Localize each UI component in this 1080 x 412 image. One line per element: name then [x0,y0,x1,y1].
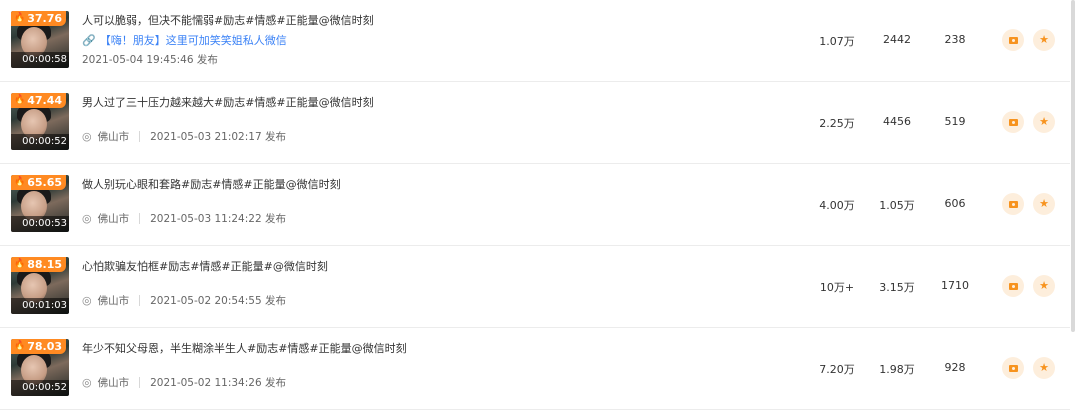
play-count: 7.20万 [819,363,855,376]
video-row[interactable]: 🔥 37.76 00:00:58 人可以脆弱，但决不能懦弱#励志#情感#正能量@… [0,0,1070,82]
video-row[interactable]: 🔥 78.03 00:00:52 年少不知父母恩，半生糊涂半生人#励志#情感#正… [0,328,1070,410]
like-count: 1.05万 [879,199,915,212]
video-thumbnail[interactable]: 🔥 47.44 00:00:52 [11,93,69,150]
divider [139,213,141,224]
video-camera-icon[interactable] [1002,275,1024,297]
location: 佛山市 [97,213,130,225]
star-icon[interactable]: ★ [1033,357,1055,379]
publish-date: 2021-05-03 21:02:17 发布 [150,131,286,143]
heat-badge: 🔥 88.15 [11,257,67,272]
video-camera-icon[interactable] [1002,111,1024,133]
play-count: 4.00万 [819,199,855,212]
video-camera-icon[interactable] [1002,193,1024,215]
video-title[interactable]: 做人别玩心眼和套路#励志#情感#正能量@微信时刻 [82,176,341,192]
location: 佛山市 [97,377,130,389]
like-count: 4456 [883,115,911,128]
comment-count: 238 [944,33,966,46]
heat-badge: 🔥 47.44 [11,93,67,108]
divider [139,377,141,388]
publish-date: 2021-05-03 11:24:22 发布 [150,213,286,225]
play-count: 1.07万 [819,35,855,48]
star-icon[interactable]: ★ [1033,111,1055,133]
video-duration: 00:00:52 [11,134,69,150]
video-list: 🔥 37.76 00:00:58 人可以脆弱，但决不能懦弱#励志#情感#正能量@… [0,0,1070,410]
play-count: 10万+ [819,281,855,294]
heat-value: 88.15 [27,258,63,271]
heat-badge: 🔥 78.03 [11,339,67,354]
comment-count: 519 [944,115,966,128]
like-count: 3.15万 [879,281,915,294]
heat-value: 47.44 [27,94,63,107]
wechat-link-text[interactable]: 【嗨！朋友】这里可加笑笑姐私人微信 [100,32,287,48]
vertical-scrollbar[interactable] [1071,0,1075,332]
video-thumbnail[interactable]: 🔥 78.03 00:00:52 [11,339,69,396]
flame-icon: 🔥 [14,95,26,105]
comment-count: 606 [944,197,966,210]
flame-icon: 🔥 [14,13,26,23]
like-count: 2442 [883,33,911,46]
comment-count: 928 [944,361,966,374]
star-icon[interactable]: ★ [1033,275,1055,297]
wechat-link[interactable]: 🔗 【嗨！朋友】这里可加笑笑姐私人微信 [82,32,287,48]
video-meta: ◎ 佛山市 2021-05-02 11:34:26 发布 [82,375,286,390]
location-pin-icon: ◎ [82,294,92,307]
video-title[interactable]: 年少不知父母恩，半生糊涂半生人#励志#情感#正能量@微信时刻 [82,340,407,356]
location-pin-icon: ◎ [82,212,92,225]
star-icon[interactable]: ★ [1033,29,1055,51]
video-title[interactable]: 心怕欺骗友怕框#励志#情感#正能量#@微信时刻 [82,258,328,274]
video-title[interactable]: 人可以脆弱，但决不能懦弱#励志#情感#正能量@微信时刻 [82,12,374,28]
video-title[interactable]: 男人过了三十压力越来越大#励志#情感#正能量@微信时刻 [82,94,374,110]
flame-icon: 🔥 [14,177,26,187]
video-thumbnail[interactable]: 🔥 88.15 00:01:03 [11,257,69,314]
video-camera-icon[interactable] [1002,29,1024,51]
location-pin-icon: ◎ [82,376,92,389]
publish-date: 2021-05-02 20:54:55 发布 [150,295,286,307]
video-row[interactable]: 🔥 88.15 00:01:03 心怕欺骗友怕框#励志#情感#正能量#@微信时刻… [0,246,1070,328]
divider [139,131,141,142]
heat-value: 37.76 [27,12,63,25]
publish-date: 2021-05-02 11:34:26 发布 [150,377,286,389]
video-duration: 00:00:52 [11,380,69,396]
video-row[interactable]: 🔥 47.44 00:00:52 男人过了三十压力越来越大#励志#情感#正能量@… [0,82,1070,164]
video-duration: 00:01:03 [11,298,69,314]
location: 佛山市 [97,131,130,143]
location: 佛山市 [97,295,130,307]
video-row[interactable]: 🔥 65.65 00:00:53 做人别玩心眼和套路#励志#情感#正能量@微信时… [0,164,1070,246]
publish-date: 2021-05-04 19:45:46 发布 [82,54,218,66]
location-pin-icon: ◎ [82,130,92,143]
video-meta: ◎ 佛山市 2021-05-03 11:24:22 发布 [82,211,286,226]
flame-icon: 🔥 [14,341,26,351]
link-icon: 🔗 [82,33,96,47]
video-duration: 00:00:58 [11,52,69,68]
divider [139,295,141,306]
video-meta: 2021-05-04 19:45:46 发布 [82,52,218,67]
video-duration: 00:00:53 [11,216,69,232]
play-count: 2.25万 [819,117,855,130]
like-count: 1.98万 [879,363,915,376]
star-icon[interactable]: ★ [1033,193,1055,215]
heat-badge: 🔥 65.65 [11,175,67,190]
flame-icon: 🔥 [14,259,26,269]
comment-count: 1710 [941,279,969,292]
video-meta: ◎ 佛山市 2021-05-02 20:54:55 发布 [82,293,286,308]
heat-badge: 🔥 37.76 [11,11,67,26]
video-thumbnail[interactable]: 🔥 65.65 00:00:53 [11,175,69,232]
heat-value: 78.03 [27,340,63,353]
heat-value: 65.65 [27,176,63,189]
video-thumbnail[interactable]: 🔥 37.76 00:00:58 [11,11,69,68]
video-meta: ◎ 佛山市 2021-05-03 21:02:17 发布 [82,129,286,144]
video-camera-icon[interactable] [1002,357,1024,379]
